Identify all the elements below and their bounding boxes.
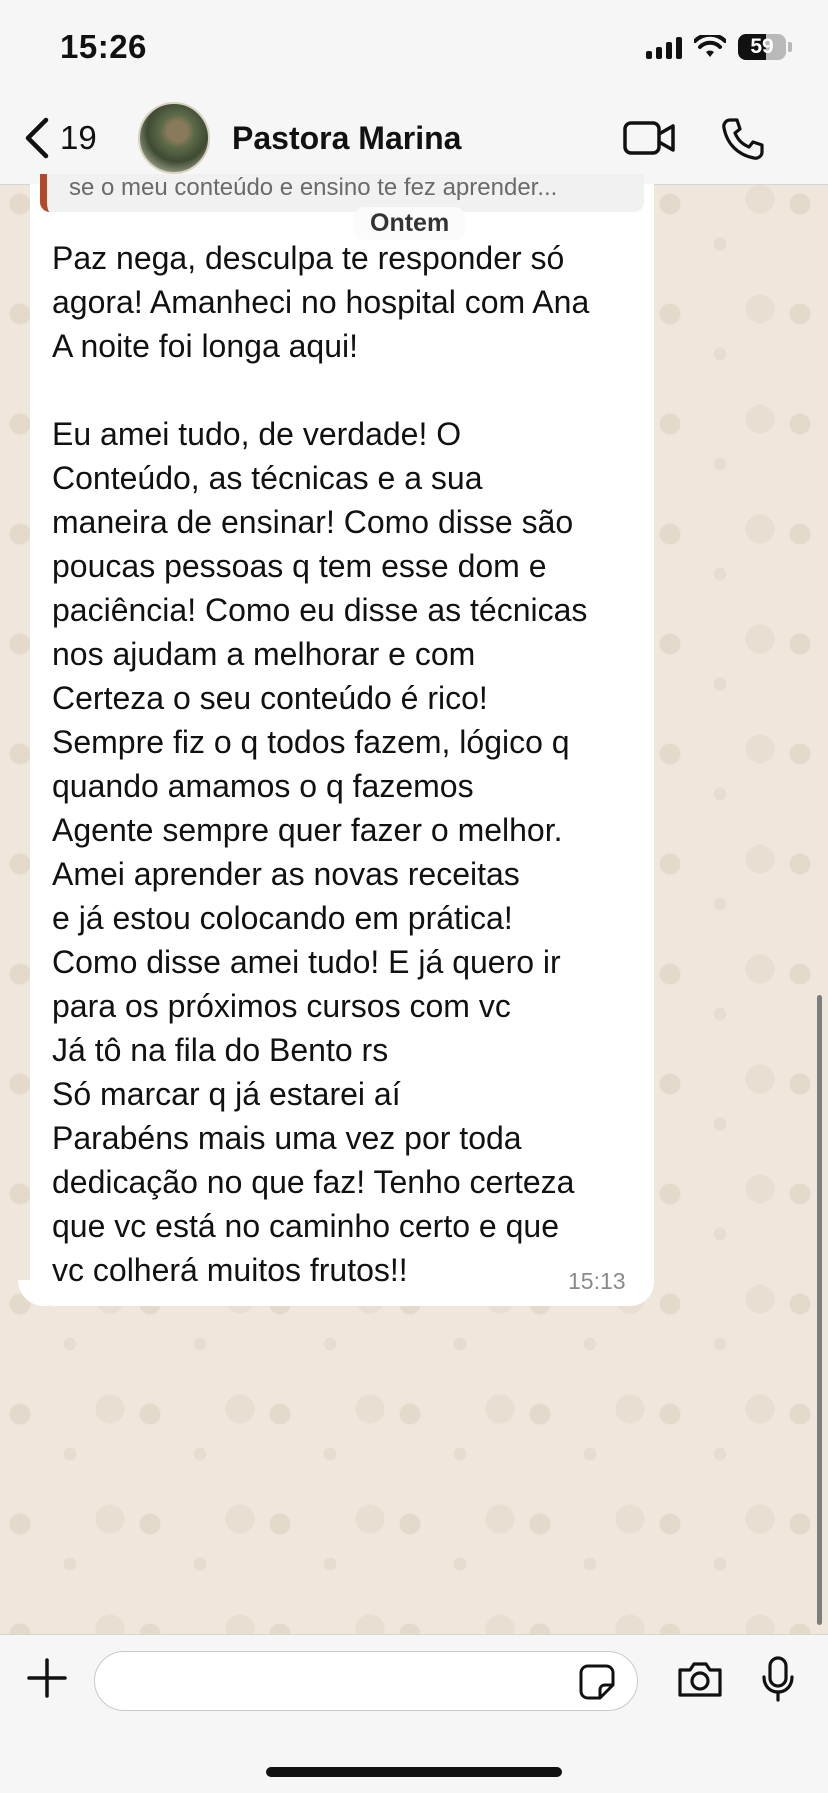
unread-count: 19: [60, 119, 97, 156]
message-time: 15:13: [568, 1268, 626, 1294]
microphone-button[interactable]: [760, 1655, 796, 1708]
wifi-icon: [694, 35, 726, 57]
scroll-indicator[interactable]: [817, 995, 822, 1625]
camera-icon: [678, 1662, 722, 1697]
sticker-button[interactable]: [578, 1663, 616, 1706]
contact-name[interactable]: Pastora Marina: [232, 120, 461, 157]
message-input[interactable]: [94, 1651, 638, 1711]
battery-tip: [788, 42, 792, 52]
voice-call-button[interactable]: [720, 116, 766, 167]
status-bar: 15:26 59: [0, 0, 828, 100]
cellular-signal-icon: [646, 35, 682, 59]
quoted-reply[interactable]: se o meu conteúdo e ensino te fez aprend…: [40, 174, 644, 212]
quoted-text: se o meu conteúdo e ensino te fez aprend…: [69, 174, 558, 201]
home-indicator[interactable]: [266, 1767, 562, 1777]
video-camera-icon: [623, 121, 675, 155]
microphone-icon: [762, 1656, 794, 1702]
battery-level: 59: [750, 35, 774, 58]
message-text: Paz nega, desculpa te responder só agora…: [52, 240, 590, 1288]
sticker-icon: [579, 1664, 615, 1700]
video-call-button[interactable]: [622, 118, 676, 163]
chat-header: 19 Pastora Marina: [0, 100, 828, 185]
avatar[interactable]: [138, 102, 210, 174]
battery-icon: 59: [738, 34, 786, 60]
back-button[interactable]: 19: [22, 116, 97, 160]
attach-button[interactable]: [26, 1657, 68, 1704]
chevron-left-icon: [25, 117, 49, 159]
camera-button[interactable]: [676, 1659, 724, 1704]
phone-icon: [722, 118, 764, 160]
status-icons: 59: [646, 34, 792, 60]
status-time: 15:26: [60, 28, 147, 65]
plus-icon: [27, 1658, 67, 1698]
